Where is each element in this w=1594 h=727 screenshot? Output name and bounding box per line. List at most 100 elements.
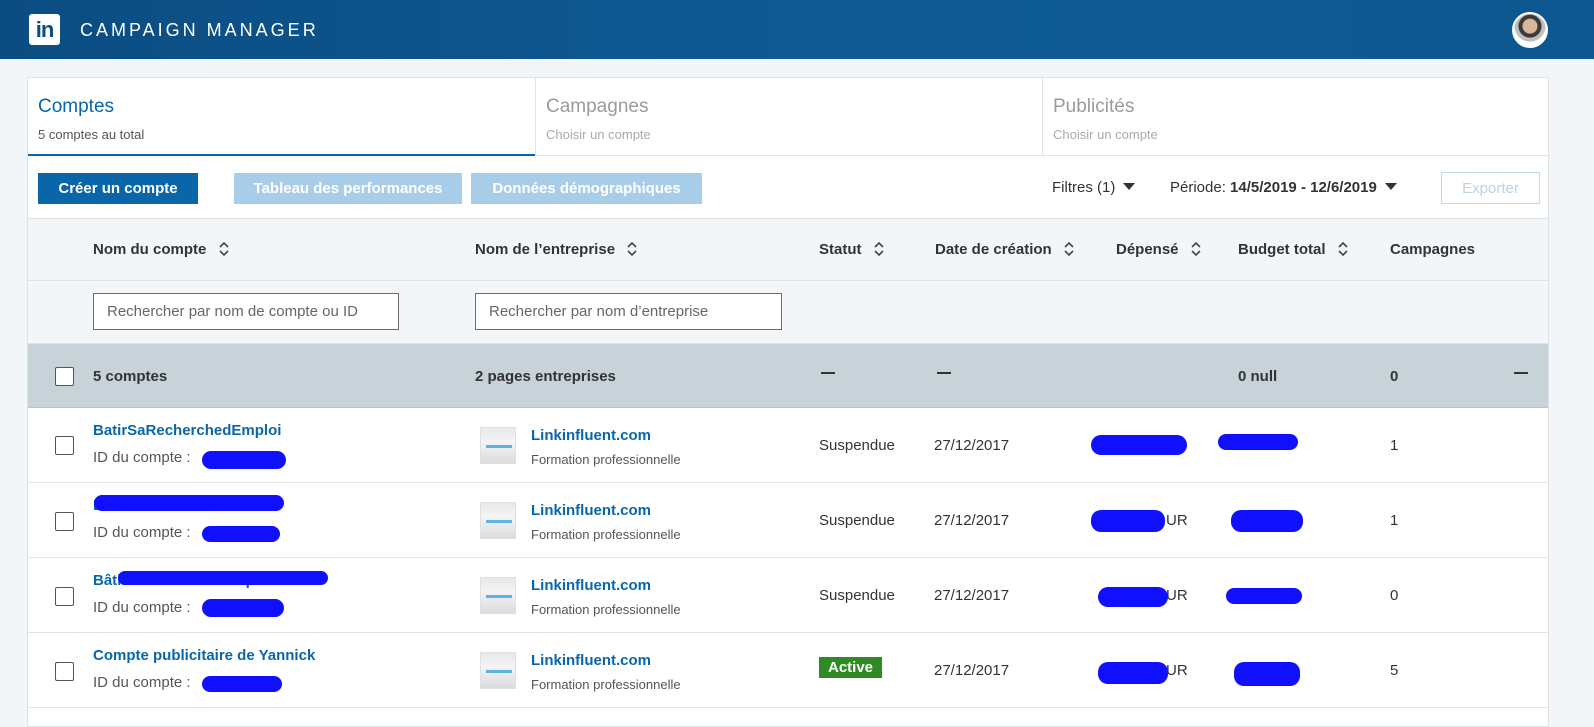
column-header-status[interactable]: Statut [819,241,884,258]
created-date: 27/12/2017 [934,662,1010,679]
tab-campagnes[interactable]: Campagnes Choisir un compte [535,78,1042,156]
company-industry: Formation professionnelle [531,452,681,467]
column-header-campaigns: Campagnes [1390,241,1476,258]
company-name-link[interactable]: Linkinfluent.com [531,577,651,594]
summary-row: 5 comptes 2 pages entreprises 0 null 0 [28,344,1548,408]
search-filters-row [28,281,1548,344]
account-name-link[interactable]: Compte publicitaire de Yannick [93,647,315,664]
column-label: Nom du compte [93,241,207,258]
table-row[interactable]: BatirSaRecherche... ID du compte : Linki… [28,483,1548,558]
tab-publicites[interactable]: Publicités Choisir un compte [1042,78,1548,156]
column-label: Statut [819,241,862,258]
user-avatar[interactable] [1512,12,1548,48]
redaction-mark [202,526,280,542]
performance-chart-button[interactable]: Tableau des performances [234,173,462,204]
redaction-mark [202,599,284,617]
redaction-mark [1226,588,1302,604]
created-date: 27/12/2017 [934,437,1010,454]
table-row[interactable]: BatirSaRecherchedEmploi ID du compte : L… [28,408,1548,483]
redaction-mark [1218,434,1298,450]
summary-status-dash [821,372,835,374]
account-id: ID du compte : [93,674,191,691]
column-label: Nom de l’entreprise [475,241,616,258]
redaction-mark [202,676,282,692]
summary-accounts: 5 comptes [93,368,168,385]
redaction-mark [1098,587,1168,607]
spent-value: UR [1166,662,1188,679]
column-header-budget[interactable]: Budget total [1238,241,1348,258]
period-dropdown[interactable]: Période: 14/5/2019 - 12/6/2019 [1170,179,1397,196]
created-date: 27/12/2017 [934,512,1010,529]
sort-icon [627,241,637,257]
select-all-checkbox[interactable] [55,367,74,386]
top-bar: in CAMPAIGN MANAGER [0,0,1594,59]
row-checkbox[interactable] [55,587,74,606]
sort-icon [1191,241,1201,257]
period-label: Période: [1170,179,1226,196]
tab-subtitle: Choisir un compte [546,127,651,142]
column-header-created[interactable]: Date de création [935,241,1074,258]
linkedin-logo-icon[interactable]: in [29,14,60,45]
sort-icon [218,241,229,257]
redaction-mark [1234,662,1300,686]
export-button[interactable]: Exporter [1441,172,1540,204]
create-account-button[interactable]: Créer un compte [38,173,198,204]
campaigns-count: 0 [1390,587,1399,604]
app-title: CAMPAIGN MANAGER [80,20,319,40]
column-header-company[interactable]: Nom de l’entreprise [475,241,637,258]
company-logo [480,577,516,614]
account-id: ID du compte : [93,524,191,541]
summary-companies: 2 pages entreprises [475,368,616,385]
company-industry: Formation professionnelle [531,677,681,692]
spent-value: UR [1166,587,1188,604]
company-name-link[interactable]: Linkinfluent.com [531,652,651,669]
period-value: 14/5/2019 - 12/6/2019 [1230,179,1377,196]
tab-bar: Comptes 5 comptes au total Campagnes Cho… [28,78,1550,156]
summary-campaigns: 0 [1390,368,1399,385]
company-industry: Formation professionnelle [531,527,681,542]
redaction-mark [1098,662,1168,684]
account-id: ID du compte : [93,599,191,616]
search-company-input[interactable] [475,293,782,330]
filters-dropdown[interactable]: Filtres (1) [1052,179,1136,196]
table-row[interactable]: Compte publicitaire de Yannick ID du com… [28,633,1548,708]
column-header-spent[interactable]: Dépensé [1116,241,1201,258]
status-text: Suspendue [819,587,895,604]
column-header-account[interactable]: Nom du compte [93,241,229,258]
company-logo [480,652,516,689]
tab-subtitle: Choisir un compte [1053,127,1158,142]
sort-icon [874,241,884,257]
tab-comptes[interactable]: Comptes 5 comptes au total [28,78,535,156]
summary-budget: 0 null [1238,368,1278,385]
row-checkbox[interactable] [55,512,74,531]
tab-title: Campagnes [546,96,649,117]
caret-down-icon [1123,183,1136,190]
redaction-mark [1231,510,1303,532]
campaigns-count: 1 [1390,437,1399,454]
filters-label: Filtres (1) [1052,179,1116,196]
redaction-mark [1091,510,1165,532]
campaigns-count: 1 [1390,512,1399,529]
search-account-input[interactable] [93,293,399,330]
demographics-button[interactable]: Données démographiques [471,173,702,204]
redaction-mark [118,571,328,585]
column-label: Date de création [935,241,1052,258]
created-date: 27/12/2017 [934,587,1010,604]
company-logo [480,427,516,464]
company-name-link[interactable]: Linkinfluent.com [531,427,651,444]
redaction-mark [202,451,286,469]
column-label: Budget total [1238,241,1326,258]
row-checkbox[interactable] [55,436,74,455]
table-row[interactable]: BâtirSaRechercheEmploi...1 ID du compte … [28,558,1548,633]
collapse-icon[interactable] [1514,372,1528,374]
tab-subtitle: 5 comptes au total [38,127,145,142]
sort-icon [1338,241,1348,257]
caret-down-icon [1384,183,1397,190]
sort-icon [1064,241,1074,257]
tab-title: Comptes [38,96,115,117]
company-name-link[interactable]: Linkinfluent.com [531,502,651,519]
status-text: Suspendue [819,437,895,454]
status-text: Suspendue [819,512,895,529]
account-id: ID du compte : [93,449,191,466]
row-checkbox[interactable] [55,662,74,681]
